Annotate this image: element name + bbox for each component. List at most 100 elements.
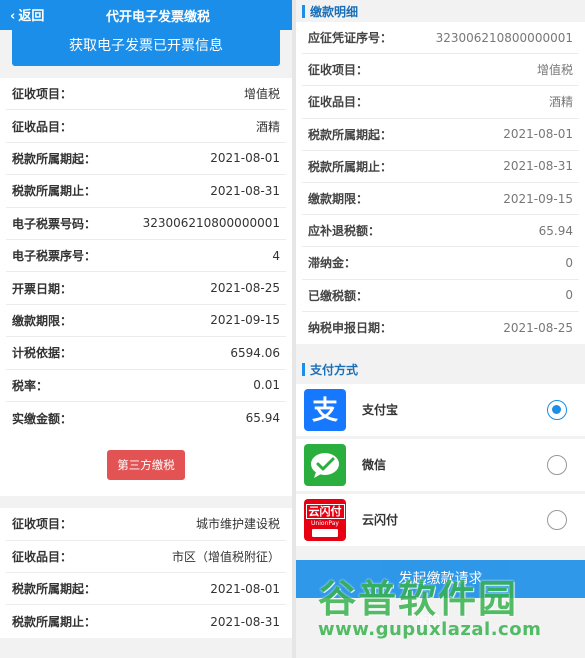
pay-method-wechat[interactable]: 微信 <box>296 438 585 491</box>
pay-method-name: 云闪付 <box>362 513 399 528</box>
radio-wechat[interactable] <box>547 454 567 475</box>
info-row: 税款所属期起： 2021-08-01 <box>302 119 579 151</box>
row-value: 增值税 <box>536 63 573 78</box>
row-label: 电子税票号码： <box>12 216 97 231</box>
row-value: 酒精 <box>255 119 280 134</box>
right-pane: 缴款明细 应征凭证序号： 323006210800000001 征收项目： 增值税 征收… <box>296 0 585 658</box>
row-label: 滞纳金： <box>308 256 357 271</box>
row-label: 计税依据： <box>12 346 73 361</box>
row-value: 2021-09-15 <box>503 191 573 206</box>
row-label: 征收品目： <box>308 95 369 110</box>
row-label: 应征凭证序号： <box>308 31 393 46</box>
row-value: 2021-08-25 <box>210 281 280 296</box>
row-value: 2021-08-01 <box>503 127 573 142</box>
row-value: 0.01 <box>253 378 280 393</box>
row-value: 城市维护建设税 <box>195 517 280 532</box>
row-label: 税款所属期止： <box>308 159 393 174</box>
row-value: 2021-08-31 <box>503 159 573 174</box>
info-row: 实缴金额： 65.94 <box>6 402 286 434</box>
row-value: 2021-08-31 <box>210 614 280 629</box>
row-value: 2021-09-15 <box>210 313 280 328</box>
row-label: 缴款期限： <box>12 313 73 328</box>
row-label: 应补退税额： <box>308 224 381 239</box>
fetch-invoice-button[interactable]: 获取电子发票已开票信息 <box>12 30 280 66</box>
info-row: 税率： 0.01 <box>6 370 286 402</box>
row-value: 65.94 <box>538 223 573 238</box>
row-value: 增值税 <box>243 87 280 102</box>
row-value: 65.94 <box>245 411 280 426</box>
info-row: 税款所属期起： 2021-08-01 <box>6 143 286 176</box>
info-row: 征收项目： 增值税 <box>302 54 579 87</box>
row-label: 税款所属期止： <box>12 615 97 630</box>
wechat-icon <box>304 443 346 486</box>
radio-alipay[interactable] <box>547 399 567 420</box>
row-value: 2021-08-01 <box>210 151 280 166</box>
row-value: 6594.06 <box>230 345 280 360</box>
info-row: 征收项目： 增值税 <box>6 78 286 111</box>
info-row: 缴款期限： 2021-09-15 <box>6 305 286 338</box>
info-row: 应征凭证序号： 323006210800000001 <box>302 22 579 55</box>
info-row: 征收品目： 酒精 <box>6 110 286 143</box>
row-label: 征收项目： <box>12 517 73 532</box>
row-label: 征收品目： <box>12 549 73 564</box>
row-label: 缴款期限： <box>308 192 369 207</box>
info-row: 计税依据： 6594.06 <box>6 337 286 370</box>
row-label: 税款所属期起： <box>12 151 97 166</box>
row-value: 市区（增值税附征） <box>171 549 280 564</box>
pay-method-unionpay[interactable]: 云闪付 UnionPay 云闪付 <box>296 493 585 546</box>
third-party-wrap: 第三方缴税 <box>0 434 292 497</box>
submit-payment-button[interactable]: 发起缴款请求 <box>296 559 585 598</box>
row-value: 0 <box>565 255 573 270</box>
row-label: 实缴金额： <box>12 411 73 426</box>
detail-card: 应征凭证序号： 323006210800000001 征收项目： 增值税征收品目： 酒精… <box>296 22 585 344</box>
row-label: 征收项目： <box>308 63 369 78</box>
row-label: 电子税票序号： <box>12 249 97 264</box>
info-row: 缴款期限： 2021-09-15 <box>302 183 579 216</box>
info-row: 税款所属期止： 2021-08-31 <box>6 605 286 637</box>
detail-section-title: 缴款明细 <box>296 0 585 22</box>
info-row: 税款所属期止： 2021-08-31 <box>302 151 579 183</box>
info-row: 滞纳金： 0 <box>302 247 579 280</box>
section-bar <box>302 363 305 377</box>
alipay-icon: 支 <box>304 388 346 431</box>
row-label: 征收品目： <box>12 119 73 134</box>
info-row: 应补退税额： 65.94 <box>302 215 579 248</box>
info-row: 税款所属期起： 2021-08-01 <box>6 573 286 606</box>
info-row: 开票日期： 2021-08-25 <box>6 272 286 305</box>
row-value: 0 <box>565 288 573 303</box>
header-bar: ‹ 返回 代开电子发票缴税 <box>0 0 292 30</box>
back-link[interactable]: 返回 <box>416 612 440 629</box>
pay-method-name: 微信 <box>362 458 387 473</box>
third-party-pay-button[interactable]: 第三方缴税 <box>107 450 185 481</box>
info-row: 征收项目： 城市维护建设税 <box>6 508 286 541</box>
row-label: 已缴税额： <box>308 288 369 303</box>
row-value: 4 <box>272 248 280 263</box>
invoice-card: 征收项目： 增值税征收品目： 酒精税款所属期起： 2021-08-01 税款所属期止： 2… <box>0 78 292 435</box>
info-row: 纳税申报日期： 2021-08-25 <box>302 312 579 344</box>
pay-method-name: 支付宝 <box>362 403 399 418</box>
page-title: 代开电子发票缴税 <box>105 10 210 25</box>
row-value: 323006210800000001 <box>435 30 573 45</box>
row-value: 2021-08-25 <box>503 320 573 335</box>
info-row: 已缴税额： 0 <box>302 280 579 312</box>
row-label: 纳税申报日期： <box>308 321 393 336</box>
unionpay-icon: 云闪付 UnionPay <box>304 498 346 541</box>
row-value: 2021-08-31 <box>210 183 280 198</box>
info-row: 征收品目： 酒精 <box>302 86 579 119</box>
invoice-card-2: 征收项目： 城市维护建设税征收品目： 市区（增值税附征） 税款所属期起： 2021-08… <box>0 508 292 638</box>
row-label: 税款所属期起： <box>308 127 393 142</box>
info-row: 税款所属期止： 2021-08-31 <box>6 175 286 208</box>
row-label: 税率： <box>12 378 49 393</box>
row-value: 2021-08-01 <box>210 581 280 596</box>
row-label: 税款所属期止： <box>12 184 97 199</box>
pay-method-alipay[interactable]: 支 支付宝 <box>296 383 585 436</box>
section-bar <box>302 4 305 18</box>
row-value: 酒精 <box>548 95 573 110</box>
info-row: 征收品目： 市区（增值税附征） <box>6 541 286 574</box>
left-pane: ‹ 返回 代开电子发票缴税 获取电子发票已开票信息 征收项目： 增值税征收品目： 酒精… <box>0 0 292 658</box>
row-value: 323006210800000001 <box>142 216 280 231</box>
radio-unionpay[interactable] <box>547 509 567 530</box>
pay-section-title: 支付方式 <box>296 355 585 384</box>
row-label: 征收项目： <box>12 87 73 102</box>
row-label: 税款所属期起： <box>12 582 97 597</box>
